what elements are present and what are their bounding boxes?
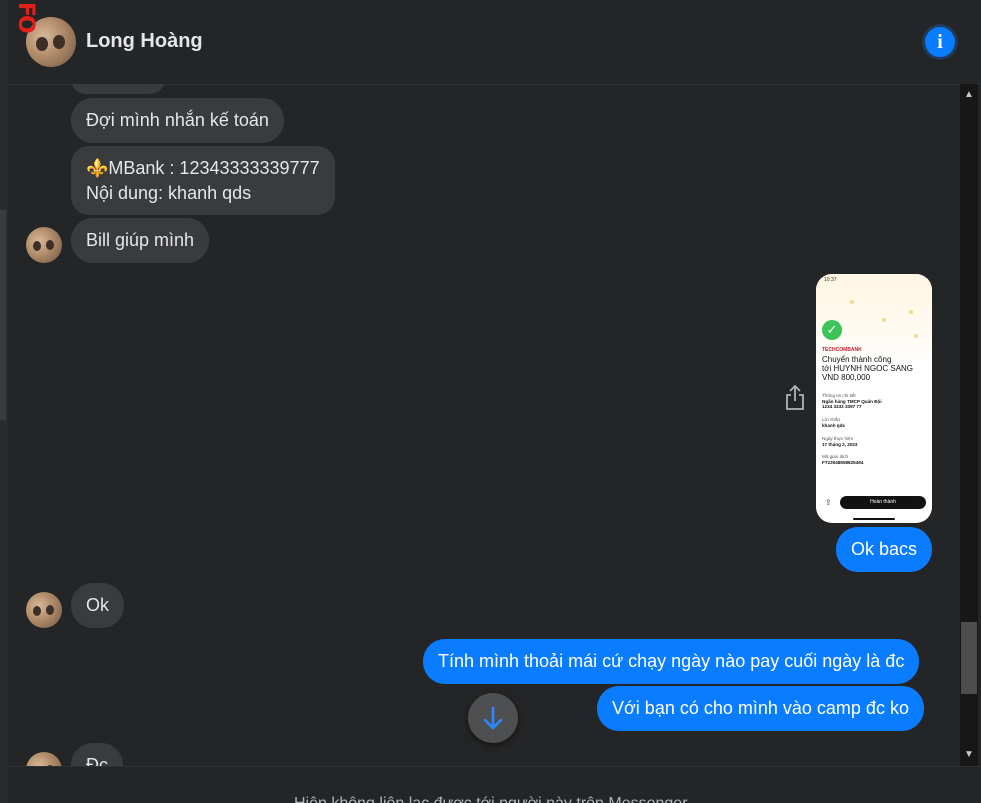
- message-text: Ok bacs: [851, 539, 918, 559]
- message-bubble[interactable]: ⚜️MBank : 12343333339777 Nội dung: khanh…: [71, 146, 335, 215]
- share-icon[interactable]: [784, 384, 806, 412]
- receipt-message-value: khanh qds: [822, 422, 845, 428]
- message-text: Đc: [86, 755, 108, 766]
- receipt-title-line: Chuyển thành công: [822, 355, 892, 364]
- message-bubble[interactable]: Đc: [71, 743, 123, 766]
- composer-notice: Hiện không liên lạc được tới người này t…: [294, 795, 691, 803]
- message-bubble-cutoff: [71, 84, 165, 94]
- message-bubble[interactable]: Đợi mình nhắn kế toán: [71, 98, 284, 143]
- sender-avatar[interactable]: [26, 227, 62, 263]
- message-text-line: Nội dung: khanh qds: [86, 183, 252, 203]
- chat-scrollbar[interactable]: ▲ ▼: [960, 84, 978, 766]
- receipt-tx-value: FT23048558825494: [822, 459, 864, 465]
- info-icon[interactable]: i: [925, 27, 955, 57]
- composer-area: Hiện không liên lạc được tới người này t…: [8, 766, 981, 803]
- chat-header: FO Long Hoàng i: [8, 0, 981, 85]
- sender-avatar[interactable]: [26, 592, 62, 628]
- receipt-title-line: tới HUYNH NGOC SANG: [822, 364, 914, 373]
- left-scroll-edge: [0, 0, 8, 803]
- check-icon: ✓: [822, 320, 842, 340]
- receipt-home-indicator: [853, 518, 895, 520]
- receipt-message: Lời nhắn khanh qds: [822, 417, 928, 428]
- scroll-up-arrow-icon[interactable]: ▲: [960, 86, 978, 104]
- scroll-to-bottom-button[interactable]: [468, 693, 518, 743]
- receipt-info: Thông tin chi tiết Ngân hàng TMCP Quân Đ…: [822, 393, 928, 410]
- message-text: Ok: [86, 595, 110, 615]
- arrow-down-icon: [483, 706, 503, 730]
- message-bubble[interactable]: Với bạn có cho mình vào camp đc ko: [597, 686, 924, 731]
- message-list: Đợi mình nhắn kế toán ⚜️MBank : 12343333…: [8, 84, 960, 766]
- receipt-done-button: Hoàn thành: [840, 496, 926, 509]
- scroll-down-arrow-icon[interactable]: ▼: [960, 746, 978, 764]
- receipt-image[interactable]: 10:37 ✓ TECHCOMBANK Chuyển thành công tớ…: [816, 274, 932, 523]
- fo-badge: FO: [13, 2, 38, 32]
- receipt-bank-logo: TECHCOMBANK: [822, 347, 862, 353]
- message-text: Bill giúp mình: [86, 230, 195, 250]
- messenger-window: FO Long Hoàng i Đợi mình nhắn kế toán ⚜️…: [0, 0, 981, 803]
- receipt-transaction: Mã giao dịch FT23048558825494: [822, 454, 928, 465]
- message-bubble[interactable]: Ok bacs: [836, 527, 933, 572]
- receipt-time: 10:37: [824, 277, 837, 283]
- receipt-title-line: VND 800,000: [822, 373, 871, 382]
- message-text: Tính mình thoải mái cứ chạy ngày nào pay…: [438, 651, 905, 671]
- contact-name[interactable]: Long Hoàng: [86, 30, 203, 53]
- message-bubble[interactable]: Ok: [71, 583, 125, 628]
- receipt-date-value: 17 tháng 2, 2023: [822, 441, 858, 447]
- receipt-share-icon: ⇪: [825, 498, 832, 507]
- message-text: Đợi mình nhắn kế toán: [86, 110, 269, 130]
- scrollbar-thumb[interactable]: [961, 622, 977, 694]
- receipt-date: Ngày thực hiện 17 tháng 2, 2023: [822, 436, 928, 447]
- left-scroll-thumb[interactable]: [0, 210, 6, 420]
- receipt-title: Chuyển thành công tới HUYNH NGOC SANG VN…: [822, 355, 928, 382]
- receipt-info-account: 1234 3333 3397 77: [822, 404, 862, 409]
- message-text-line: ⚜️MBank : 12343333339777: [86, 158, 320, 178]
- message-text: Với bạn có cho mình vào camp đc ko: [612, 698, 909, 718]
- message-bubble[interactable]: Tính mình thoải mái cứ chạy ngày nào pay…: [423, 639, 920, 684]
- sender-avatar[interactable]: [26, 752, 62, 766]
- message-bubble[interactable]: Bill giúp mình: [71, 218, 210, 263]
